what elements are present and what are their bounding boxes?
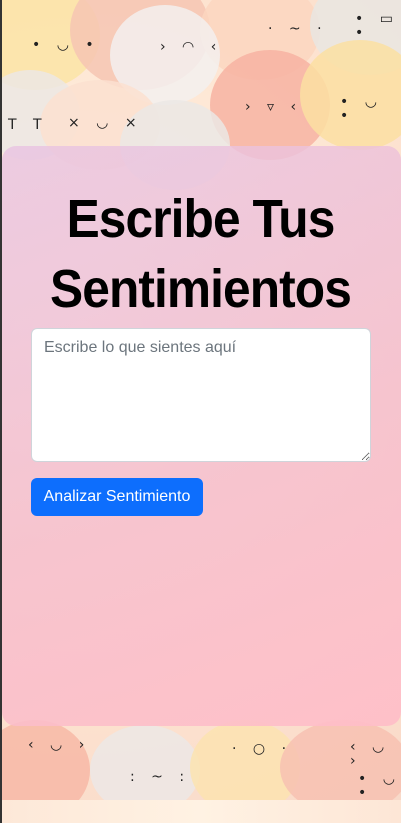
face-doodle: · ○ · (232, 741, 293, 757)
face-doodle: › ◠ ‹ (160, 39, 223, 55)
face-doodle: ‹ ◡ › (350, 739, 391, 769)
face-doodle: ‹ ◡ › (28, 737, 91, 753)
analyze-sentiment-button[interactable]: Analizar Sentimiento (31, 478, 203, 516)
face-doodle: • ▭ • (355, 11, 399, 41)
window-edge (0, 0, 2, 823)
face-doodle: • ◡ • (358, 771, 401, 801)
face-doodle: · ~ · (268, 21, 328, 37)
face-doodle: • ◡ • (32, 37, 100, 53)
face-doodle: × ◡ × (68, 115, 143, 131)
face-doodle: T T (8, 117, 48, 133)
background-strip (0, 800, 401, 823)
face-doodle: : ~ : (130, 769, 191, 785)
page-title: Escribe Tus Sentimientos (50, 189, 352, 319)
feelings-textarea[interactable] (31, 328, 371, 462)
face-doodle: › ▿ ‹ (245, 99, 303, 115)
face-doodle: • ◡ • (340, 94, 383, 124)
